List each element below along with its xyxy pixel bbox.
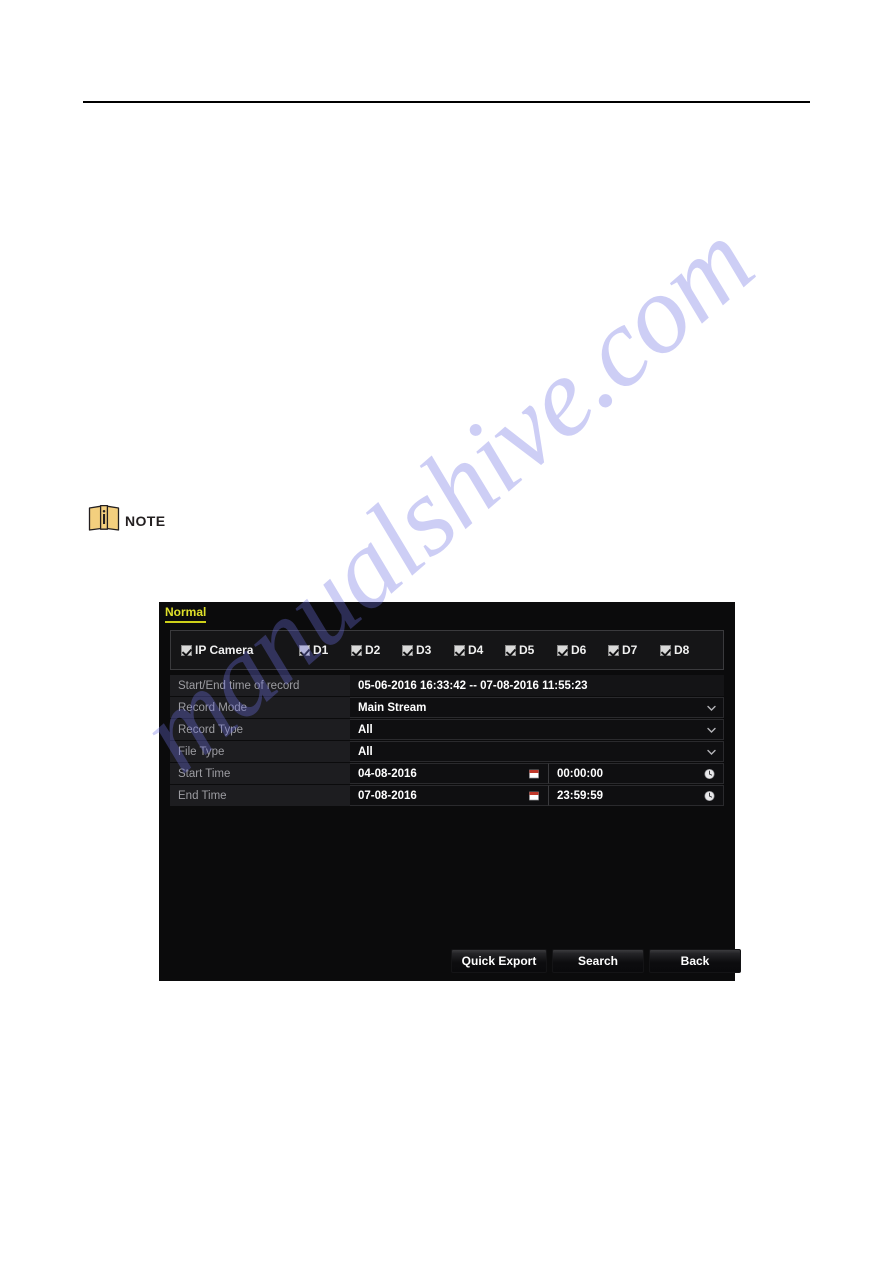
file-type-value: All bbox=[358, 745, 373, 758]
checkbox-d8[interactable]: D8 bbox=[660, 643, 689, 657]
checkbox-label: D8 bbox=[674, 643, 690, 657]
note-label: NOTE bbox=[125, 513, 166, 529]
row-end-time: End Time 07-08-2016 23:59:59 bbox=[170, 785, 724, 806]
note-callout: NOTE bbox=[88, 504, 166, 531]
checkbox-icon[interactable] bbox=[505, 644, 516, 656]
search-button[interactable]: Search bbox=[552, 949, 644, 973]
checkbox-label: D6 bbox=[571, 643, 587, 657]
checkbox-icon[interactable] bbox=[608, 644, 619, 656]
checkbox-label: D2 bbox=[365, 643, 381, 657]
calendar-icon[interactable] bbox=[529, 791, 539, 800]
checkbox-d3[interactable]: D3 bbox=[402, 643, 431, 657]
checkbox-d2[interactable]: D2 bbox=[351, 643, 380, 657]
clock-icon[interactable] bbox=[704, 768, 715, 779]
book-info-icon bbox=[88, 504, 120, 531]
checkbox-icon[interactable] bbox=[299, 644, 310, 656]
checkbox-d1[interactable]: D1 bbox=[299, 643, 328, 657]
row-label: Start/End time of record bbox=[170, 675, 350, 696]
start-date-value: 04-08-2016 bbox=[358, 767, 417, 780]
end-clock-input[interactable]: 23:59:59 bbox=[548, 785, 724, 806]
record-type-value: All bbox=[358, 723, 373, 736]
chevron-down-icon[interactable] bbox=[707, 747, 716, 756]
end-date-value: 07-08-2016 bbox=[358, 789, 417, 802]
chevron-down-icon[interactable] bbox=[707, 725, 716, 734]
form-rows: Start/End time of record 05-06-2016 16:3… bbox=[170, 675, 724, 807]
record-mode-value: Main Stream bbox=[358, 701, 427, 714]
nvr-export-panel: Normal IP Camera D1 D2 D3 D4 D5 D6 D7 D8… bbox=[159, 602, 741, 981]
record-mode-select[interactable]: Main Stream bbox=[350, 697, 724, 718]
record-range-value: 05-06-2016 16:33:42 -- 07-08-2016 11:55:… bbox=[350, 675, 724, 696]
checkbox-label: D7 bbox=[622, 643, 638, 657]
tab-normal[interactable]: Normal bbox=[165, 605, 207, 623]
start-clock-input[interactable]: 00:00:00 bbox=[548, 763, 724, 784]
checkbox-label: D4 bbox=[468, 643, 484, 657]
camera-selection-box: IP Camera D1 D2 D3 D4 D5 D6 D7 D8 bbox=[170, 630, 724, 670]
row-record-type: Record Type All bbox=[170, 719, 724, 740]
checkbox-label: D1 bbox=[313, 643, 329, 657]
checkbox-d6[interactable]: D6 bbox=[557, 643, 586, 657]
start-clock-value: 00:00:00 bbox=[557, 767, 604, 780]
checkbox-label: D5 bbox=[519, 643, 535, 657]
quick-export-button[interactable]: Quick Export bbox=[451, 949, 547, 973]
dialog-button-row: Quick Export Search Back bbox=[159, 949, 741, 975]
row-label: Start Time bbox=[170, 763, 350, 784]
row-start-time: Start Time 04-08-2016 00:00:00 bbox=[170, 763, 724, 784]
checkbox-d5[interactable]: D5 bbox=[505, 643, 534, 657]
checkbox-icon[interactable] bbox=[660, 644, 671, 656]
checkbox-icon[interactable] bbox=[351, 644, 362, 656]
checkbox-ip-camera[interactable]: IP Camera bbox=[181, 643, 253, 657]
checkbox-icon[interactable] bbox=[402, 644, 413, 656]
back-button[interactable]: Back bbox=[649, 949, 741, 973]
checkbox-d7[interactable]: D7 bbox=[608, 643, 637, 657]
row-label: Record Mode bbox=[170, 697, 350, 718]
checkbox-icon[interactable] bbox=[454, 644, 465, 656]
checkbox-icon[interactable] bbox=[557, 644, 568, 656]
end-date-input[interactable]: 07-08-2016 bbox=[350, 785, 548, 806]
file-type-select[interactable]: All bbox=[350, 741, 724, 762]
row-record-range: Start/End time of record 05-06-2016 16:3… bbox=[170, 675, 724, 696]
calendar-icon[interactable] bbox=[529, 769, 539, 778]
clock-icon[interactable] bbox=[704, 790, 715, 801]
page-header-rule bbox=[83, 101, 810, 103]
checkbox-label: IP Camera bbox=[195, 643, 254, 657]
tab-bar: Normal bbox=[159, 602, 735, 626]
row-label: End Time bbox=[170, 785, 350, 806]
checkbox-d4[interactable]: D4 bbox=[454, 643, 483, 657]
start-date-input[interactable]: 04-08-2016 bbox=[350, 763, 548, 784]
checkbox-icon[interactable] bbox=[181, 644, 192, 656]
chevron-down-icon[interactable] bbox=[707, 703, 716, 712]
checkbox-label: D3 bbox=[416, 643, 432, 657]
row-label: File Type bbox=[170, 741, 350, 762]
record-type-select[interactable]: All bbox=[350, 719, 724, 740]
row-label: Record Type bbox=[170, 719, 350, 740]
row-file-type: File Type All bbox=[170, 741, 724, 762]
row-record-mode: Record Mode Main Stream bbox=[170, 697, 724, 718]
end-clock-value: 23:59:59 bbox=[557, 789, 604, 802]
